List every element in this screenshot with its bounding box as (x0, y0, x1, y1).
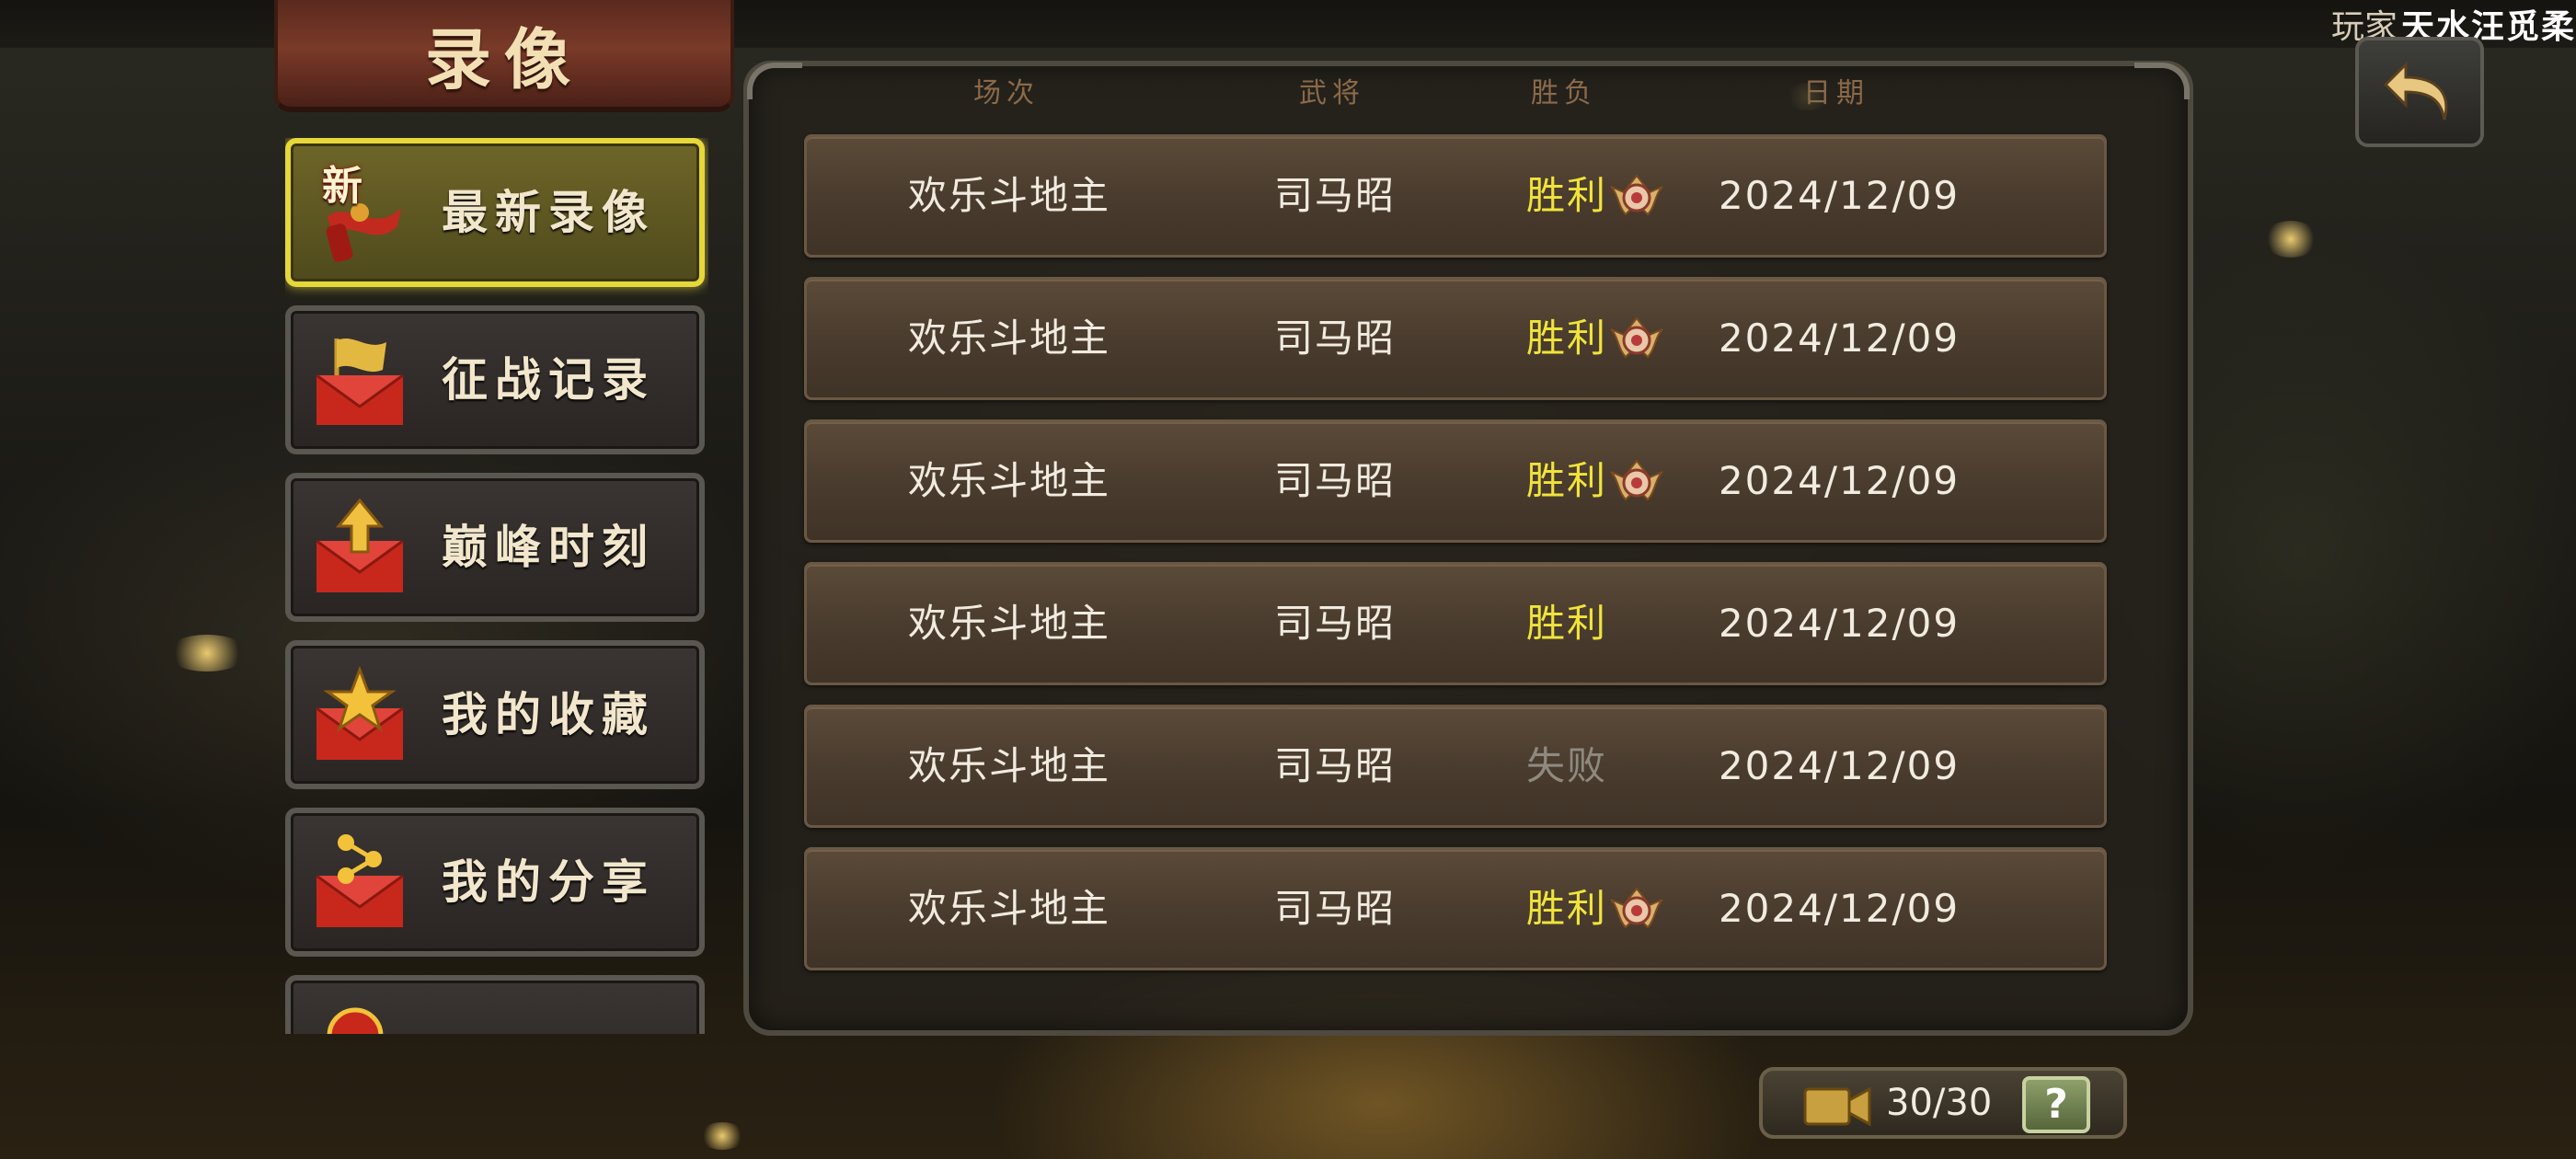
column-header-general: 武将 (1299, 77, 1365, 109)
sidebar-item-label: 征战记录 (442, 352, 655, 407)
victory-medal-icon (1610, 459, 1663, 501)
row-general: 司马昭 (1273, 458, 1397, 503)
column-header-result: 胜负 (1531, 77, 1597, 109)
sidebar-item-label: 最新录像 (442, 185, 655, 239)
help-button[interactable]: ? (2022, 1076, 2090, 1133)
row-mode: 欢乐斗地主 (907, 601, 1111, 646)
sidebar-item-latest-recordings[interactable]: 新 最新录像 (285, 138, 705, 287)
row-mode: 欢乐斗地主 (907, 886, 1111, 931)
spark-decoration (699, 1122, 745, 1150)
recording-row[interactable]: 欢乐斗地主 司马昭 胜利 2024/12/09 (804, 847, 2107, 970)
row-result: 胜利 (1525, 601, 1608, 646)
victory-medal-icon (1610, 174, 1663, 216)
row-result: 胜利 (1525, 316, 1608, 361)
sidebar-item-battle-records[interactable]: 征战记录 (285, 305, 705, 454)
flag-envelope-icon (316, 339, 404, 425)
row-mode: 欢乐斗地主 (907, 316, 1111, 361)
victory-medal-icon (1610, 316, 1663, 359)
row-date: 2024/12/09 (1718, 601, 1961, 646)
recording-row[interactable]: 欢乐斗地主 司马昭 胜利 2024/12/09 (804, 419, 2107, 543)
recording-row[interactable]: 欢乐斗地主 司马昭 胜利 2024/12/09 (804, 277, 2107, 400)
recording-count-box: 30/30 ? (1759, 1067, 2127, 1139)
sidebar-item-label: 巅峰时刻 (442, 520, 655, 574)
sidebar-item-partial[interactable] (285, 975, 705, 1034)
row-result: 胜利 (1525, 886, 1608, 931)
new-badge: 新 (322, 163, 362, 210)
sidebar-item-my-favorites[interactable]: 我的收藏 (285, 640, 705, 789)
page-title-banner: 录像 (274, 0, 734, 112)
row-date: 2024/12/09 (1718, 458, 1961, 503)
recording-row[interactable]: 欢乐斗地主 司马昭 胜利 2024/12/09 (804, 134, 2107, 258)
recording-count: 30/30 (1886, 1082, 1993, 1124)
row-mode: 欢乐斗地主 (907, 743, 1111, 788)
recording-row[interactable]: 欢乐斗地主 司马昭 胜利 2024/12/09 (804, 562, 2107, 685)
row-mode: 欢乐斗地主 (907, 173, 1111, 218)
row-general: 司马昭 (1273, 173, 1397, 218)
sidebar-item-label: 我的分享 (442, 855, 655, 909)
recording-row[interactable]: 欢乐斗地主 司马昭 失败 2024/12/09 (804, 705, 2107, 828)
star-envelope-icon (316, 665, 404, 760)
row-result: 胜利 (1525, 173, 1608, 218)
row-general: 司马昭 (1273, 886, 1397, 931)
row-general: 司马昭 (1273, 601, 1397, 646)
spark-decoration (166, 635, 248, 671)
arrow-up-envelope-icon (316, 498, 404, 592)
row-result: 失败 (1525, 743, 1608, 788)
column-header-date: 日期 (1803, 77, 1869, 109)
sidebar: 新 最新录像 征战记录 巅峰时刻 我的收藏 我的分享 (285, 138, 708, 1034)
row-result: 胜利 (1525, 458, 1608, 503)
panel-corner-ornament (2134, 63, 2190, 99)
row-date: 2024/12/09 (1718, 173, 1961, 218)
row-general: 司马昭 (1273, 316, 1397, 361)
row-date: 2024/12/09 (1718, 886, 1961, 931)
share-envelope-icon (316, 834, 404, 927)
back-arrow-icon (2383, 61, 2448, 120)
page-title: 录像 (424, 19, 583, 98)
sidebar-item-label: 我的收藏 (442, 687, 655, 741)
back-button[interactable] (2355, 37, 2484, 147)
row-mode: 欢乐斗地主 (907, 458, 1111, 503)
row-date: 2024/12/09 (1718, 743, 1961, 788)
sidebar-item-peak-moments[interactable]: 巅峰时刻 (285, 473, 705, 622)
sidebar-item-my-shares[interactable]: 我的分享 (285, 808, 705, 957)
victory-medal-icon (1610, 887, 1663, 929)
row-date: 2024/12/09 (1718, 316, 1961, 361)
row-general: 司马昭 (1273, 743, 1397, 788)
video-camera-icon (1803, 1086, 1871, 1127)
column-header-mode: 场次 (973, 77, 1040, 109)
spark-decoration (2263, 221, 2318, 258)
panel-corner-ornament (747, 63, 802, 99)
partial-item-icon (327, 1007, 384, 1034)
